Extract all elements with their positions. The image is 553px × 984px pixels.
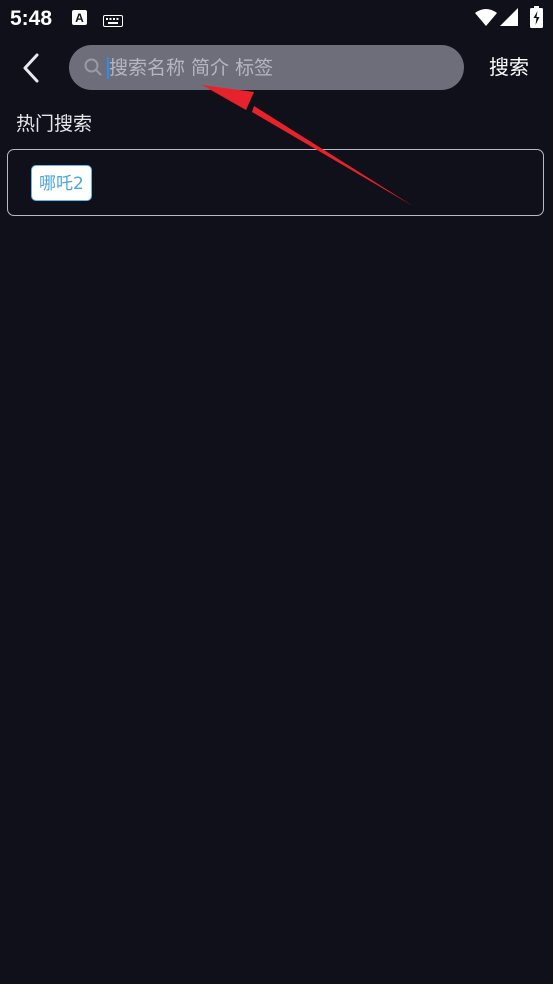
annotation-arrow — [202, 85, 413, 206]
search-icon — [84, 58, 102, 76]
search-input[interactable] — [107, 45, 449, 90]
hot-search-panel: 哪吒2 — [7, 149, 544, 216]
search-box[interactable] — [69, 45, 464, 90]
notification-a-icon: A — [72, 10, 87, 25]
hot-search-title: 热门搜索 — [16, 113, 93, 135]
text-cursor — [107, 57, 109, 79]
back-button[interactable] — [14, 50, 48, 86]
search-header: 搜索 — [0, 38, 553, 98]
status-time: 5:48 — [10, 7, 53, 30]
search-button[interactable]: 搜索 — [481, 50, 537, 84]
hot-search-tag[interactable]: 哪吒2 — [31, 165, 92, 201]
search-screen: 5:48 A 搜索名称 简介 标签 搜索 热门搜索 哪吒2 — [0, 0, 553, 984]
chevron-left-icon — [23, 53, 39, 83]
status-bar: 5:48 A — [0, 0, 553, 38]
battery-icon — [530, 6, 543, 32]
keyboard-icon — [103, 12, 123, 31]
signal-icon — [500, 8, 518, 30]
wifi-icon — [475, 8, 497, 30]
